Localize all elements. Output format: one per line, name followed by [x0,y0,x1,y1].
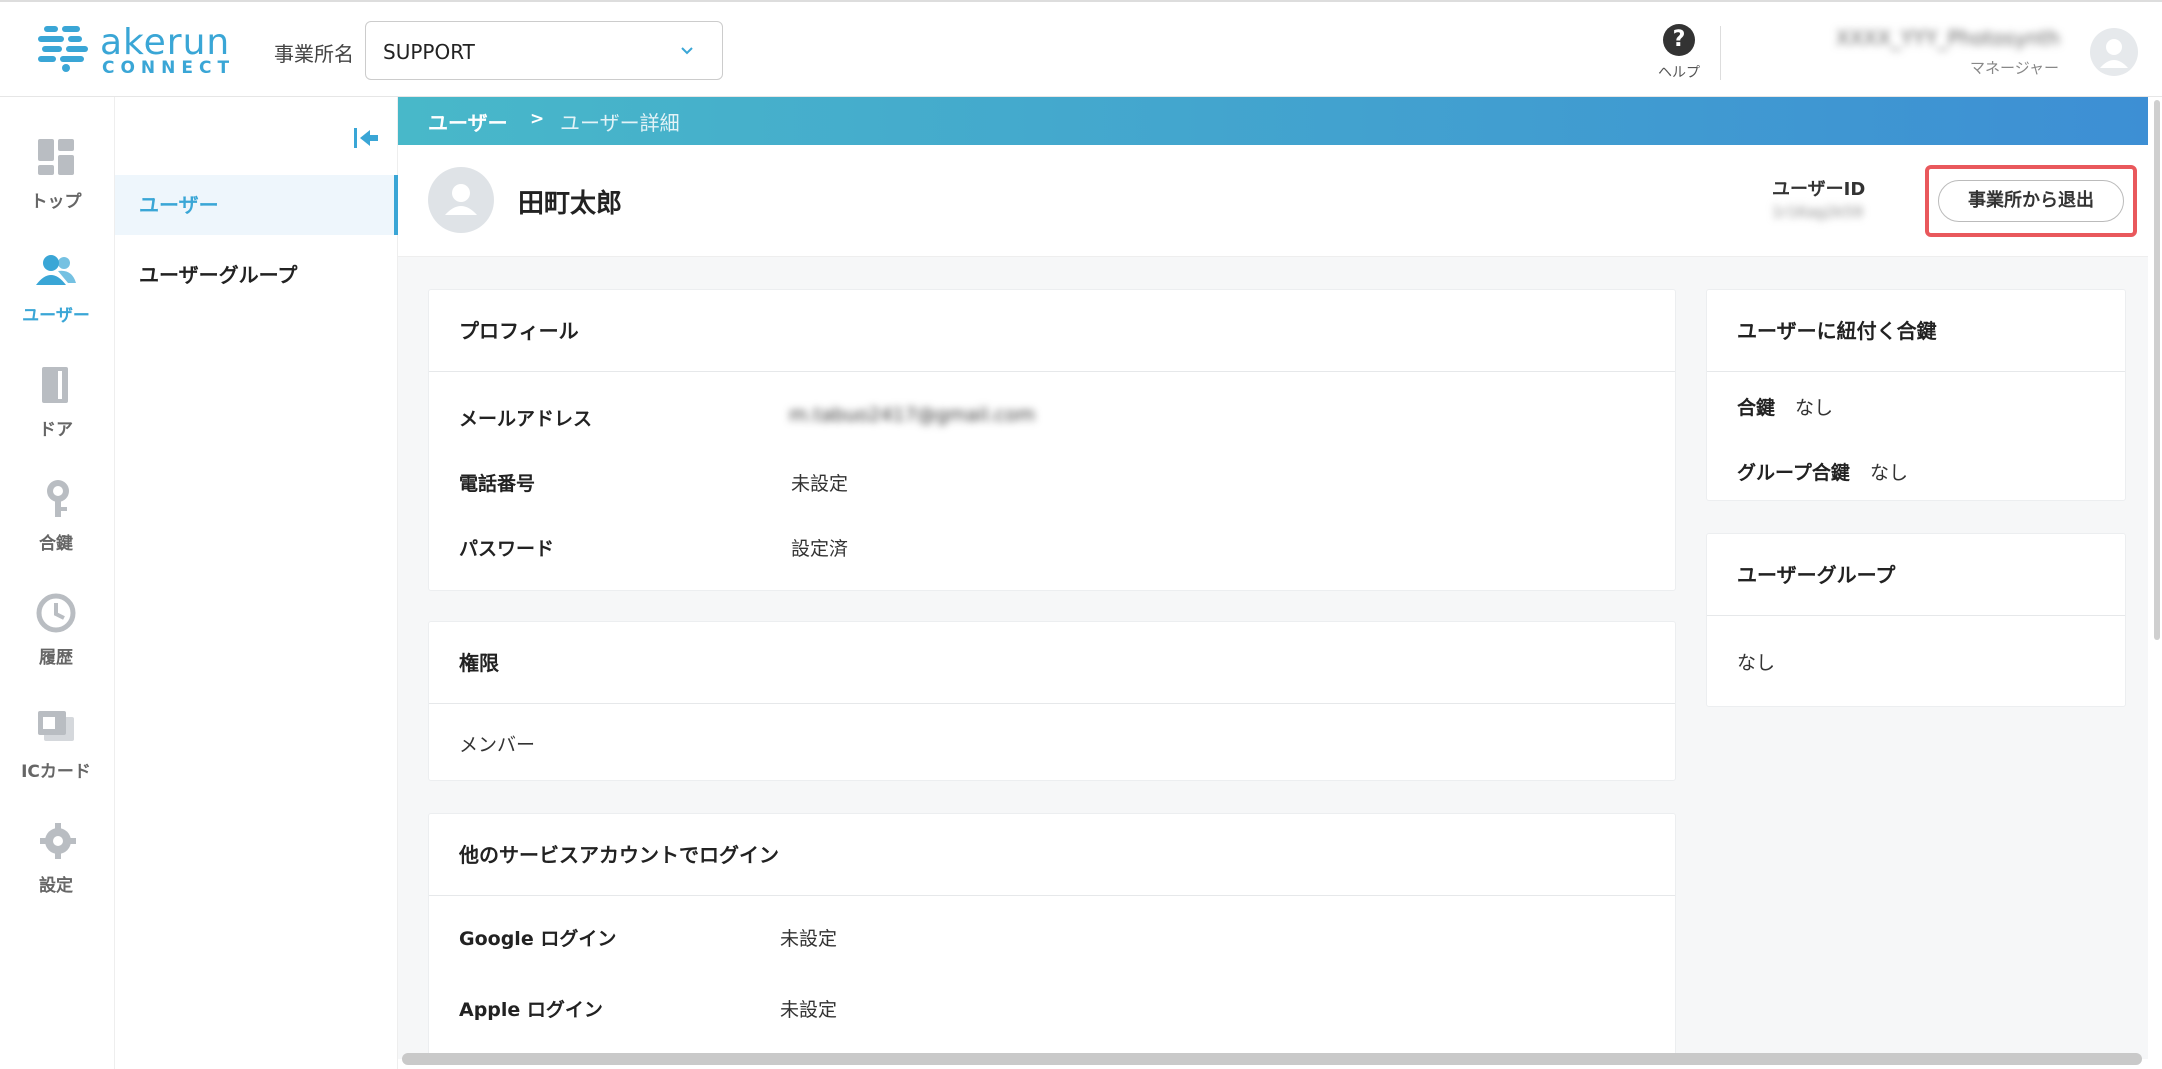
horizontal-scrollbar[interactable] [402,1053,2142,1065]
leave-office-button[interactable]: 事業所から退出 [1938,180,2124,222]
permission-value: メンバー [459,734,536,756]
nav-item-keys[interactable]: 合鍵 [0,469,112,569]
field-label: メールアドレス [459,408,593,430]
collapse-sidebar-icon[interactable] [352,125,380,151]
nav-label: ICカード [21,762,91,782]
nav-item-history[interactable]: 履歴 [0,583,112,683]
akerun-logo[interactable]: akerun CONNECT [36,22,229,78]
phone-value: 未設定 [791,473,849,495]
office-select[interactable]: SUPPORT [365,21,723,80]
account-avatar[interactable] [2090,28,2138,76]
main-content: ユーザー > ユーザー詳細 田町太郎 ユーザーID 1r1Kag2k59 事業所… [398,97,2148,1059]
key-value: なし [1795,397,1834,419]
field-label: 電話番号 [459,473,536,495]
breadcrumb-separator: > [530,109,545,129]
field-label: パスワード [459,538,555,560]
nav-item-top[interactable]: トップ [0,127,112,227]
help-icon: ? [1663,24,1695,56]
password-value: 設定済 [791,538,849,560]
nav-item-door[interactable]: ドア [0,355,112,455]
logo-subtitle: CONNECT [102,58,236,78]
profile-card: プロフィール メールアドレス m.tabuo2417@gmail.com 電話番… [428,289,1676,591]
user-groups-value: なし [1737,652,1776,674]
nav-item-ic-card[interactable]: ICカード [0,697,112,797]
user-groups-title: ユーザーグループ [1707,534,2125,616]
linked-keys-title: ユーザーに紐付く合鍵 [1707,290,2125,372]
profile-title: プロフィール [429,290,1675,372]
linked-keys-card: ユーザーに紐付く合鍵 合鍵 なし グループ合鍵 なし [1706,289,2126,501]
office-select-value: SUPPORT [383,40,475,64]
nav-item-settings[interactable]: 設定 [0,811,112,911]
top-bar: akerun CONNECT 事業所名 SUPPORT ? ヘルプ XXXX_Y… [0,0,2162,97]
nav-label: ユーザー [22,306,90,326]
user-groups-card: ユーザーグループ なし [1706,533,2126,707]
account-name: XXXX_YYY_Photosynth [1836,26,2060,50]
door-icon [42,367,68,403]
nav-item-users[interactable]: ユーザー [0,241,112,341]
google-login-value: 未設定 [780,928,838,950]
account-role: マネージャー [1970,59,2059,77]
subnav-item-user-groups[interactable]: ユーザーグループ [115,245,398,305]
leave-office-highlight: 事業所から退出 [1925,165,2137,237]
nav-label: ドア [39,420,73,440]
nav-label: 履歴 [39,648,73,668]
user-id-label: ユーザーID [1772,179,1866,200]
subnav-item-users[interactable]: ユーザー [115,175,398,235]
breadcrumb: ユーザー > ユーザー詳細 [398,97,2148,145]
help-label: ヘルプ [1658,65,1700,81]
sub-nav: ユーザー ユーザーグループ [115,97,398,1069]
user-header: 田町太郎 ユーザーID 1r1Kag2k59 事業所から退出 [398,145,2148,257]
permission-card: 権限 メンバー [428,621,1676,781]
nav-label: 設定 [39,876,73,896]
gear-icon [40,823,76,859]
avatar-icon [445,184,477,215]
social-login-card: 他のサービスアカウントでログイン Google ログイン 未設定 Apple ロ… [428,813,1676,1059]
user-id-value: 1r1Kag2k59 [1772,203,1863,221]
vertical-scrollbar[interactable] [2154,100,2160,640]
header-divider [1720,26,1721,80]
group-key-value: なし [1870,462,1909,484]
permission-title: 権限 [429,622,1675,704]
social-login-title: 他のサービスアカウントでログイン [429,814,1675,896]
main-nav: トップ ユーザー ドア 合鍵 履歴 ICカード 設定 [0,97,115,1069]
nav-label: トップ [30,192,82,212]
dashboard-icon [38,139,74,175]
field-label: グループ合鍵 [1737,462,1850,484]
field-label: Apple ログイン [459,999,603,1021]
nav-label: 合鍵 [39,534,73,554]
help-button[interactable]: ? ヘルプ [1655,20,1703,81]
email-value: m.tabuo2417@gmail.com [789,404,1036,426]
logo-wordmark: akerun [100,22,231,63]
field-label: Google ログイン [459,928,617,950]
breadcrumb-current: ユーザー詳細 [560,111,680,135]
user-name: 田町太郎 [518,189,623,219]
user-avatar [428,167,494,233]
akerun-logo-icon [38,26,88,72]
apple-login-value: 未設定 [780,999,838,1021]
ic-card-icon [38,711,74,741]
field-label: 合鍵 [1737,397,1776,419]
avatar-icon [2100,39,2128,68]
chevron-down-icon [681,47,693,55]
key-icon [47,480,69,517]
history-icon [36,593,76,633]
breadcrumb-users-link[interactable]: ユーザー [428,107,508,136]
users-icon [36,255,76,285]
office-label: 事業所名 [274,42,354,66]
